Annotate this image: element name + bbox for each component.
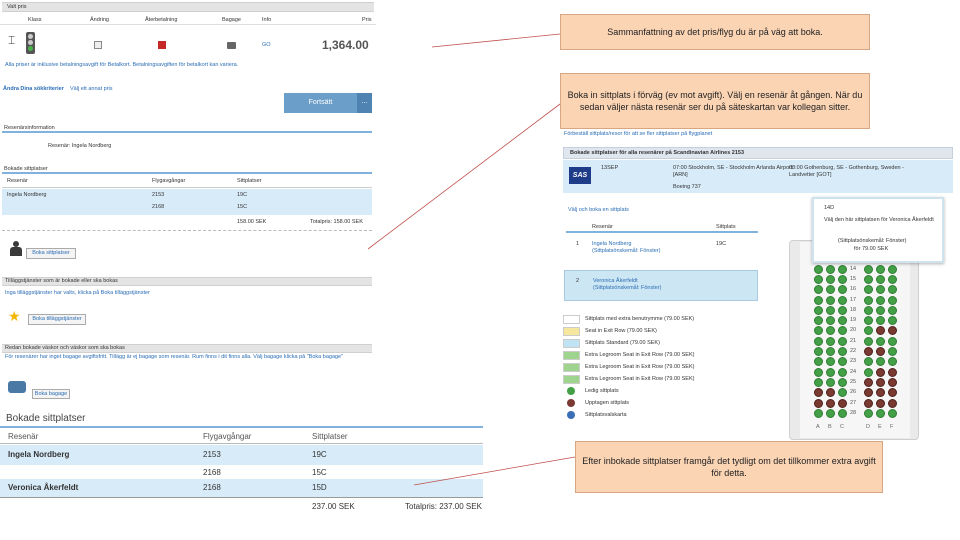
connector-line (367, 103, 561, 250)
connector-line (431, 33, 561, 48)
connector-line (413, 456, 576, 486)
callout-connectors (367, 33, 576, 486)
